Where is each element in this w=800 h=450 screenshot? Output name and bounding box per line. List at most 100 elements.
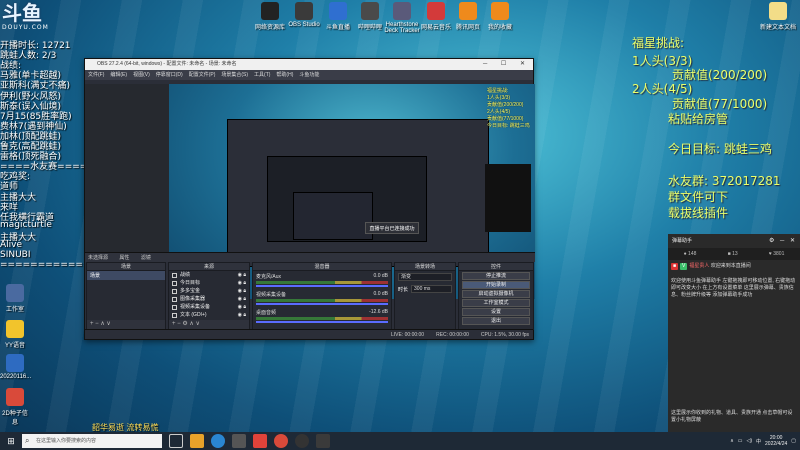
volume-slider[interactable] [256, 285, 388, 287]
scene-item[interactable]: 场景 [87, 271, 165, 280]
visibility-lock-icon[interactable]: ◉ 🔒︎ [238, 271, 246, 279]
desktop-icon[interactable]: 我的收藏 [480, 2, 520, 31]
weibo-icon[interactable] [274, 434, 288, 448]
menu-item[interactable]: 编辑(E) [110, 70, 127, 80]
chat-header[interactable]: 弹幕助手 ⚙ ─ ✕ [668, 234, 800, 248]
volume-slider[interactable] [256, 321, 388, 323]
text-file-icon [769, 2, 787, 20]
obs-taskbar-icon[interactable] [295, 434, 309, 448]
visibility-lock-icon[interactable]: ◉ 🔒︎ [238, 295, 246, 303]
mixer-channel[interactable]: 视频采集设备 0.0 dB [253, 289, 391, 307]
stat-line: magicturtle [0, 219, 52, 230]
control-button[interactable]: 启动虚拟摄像机 [462, 290, 530, 298]
desktop-icon[interactable]: 2D种子信息 [0, 388, 30, 426]
mixer-channel[interactable]: 麦克风/Aux 0.0 dB [253, 271, 391, 289]
app-icon [329, 2, 347, 20]
visibility-lock-icon[interactable]: ◉ 🔒︎ [238, 311, 246, 319]
source-type-icon [172, 288, 177, 294]
app-icon [261, 2, 279, 20]
mixer-dock: 混音器 麦克风/Aux 0.0 dB 视频采集设备 0.0 dB 桌面音频 -12.6 d… [252, 262, 392, 330]
file-explorer-icon[interactable] [190, 434, 204, 448]
filters-button[interactable]: 滤镜 [141, 255, 151, 261]
tray-chevron-icon[interactable]: ∧ [730, 438, 734, 444]
chat-stats: ● 148 ■ 13 ♥ 3801 [668, 248, 800, 260]
mixer-channel[interactable]: 桌面音频 -12.6 dB [253, 307, 391, 325]
menu-item[interactable]: 配置文件(P) [189, 70, 216, 80]
control-button[interactable]: 工作室模式 [462, 299, 530, 307]
menu-item[interactable]: 场景集合(S) [221, 70, 248, 80]
volume-icon[interactable]: ◁) [746, 438, 752, 444]
taskbar-search[interactable]: 在这里输入你要搜索的内容 [22, 434, 162, 448]
app-icon [6, 320, 24, 338]
preview-text-line: 贡献值(77/1000) [487, 116, 524, 122]
menu-item[interactable]: 视图(V) [133, 70, 150, 80]
app-icon [6, 354, 24, 372]
sources-footer-controls[interactable]: + − ⚙ ∧ ∨ [169, 320, 249, 329]
obs-menu-bar[interactable]: 文件(F) 编辑(E) 视图(V) 停靠窗口(D) 配置文件(P) 场景集合(S) 工具(T… [85, 70, 533, 80]
windows-start-button[interactable]: ⊞ [0, 432, 22, 450]
desktop-icon[interactable]: 工作室 [0, 284, 30, 313]
taskbar: ⊞ 在这里输入你要搜索的内容 ∧ ▭ ◁) 中 20:00 2022/4/24 … [0, 432, 800, 450]
taskbar-clock[interactable]: 20:00 2022/4/24 [765, 435, 787, 447]
volume-meter [256, 299, 388, 302]
visibility-lock-icon[interactable]: ◉ 🔒︎ [238, 279, 246, 287]
menu-item[interactable]: 斗鱼功能 [299, 70, 319, 80]
source-item[interactable]: 视频采集设备 ◉ 🔒︎ [169, 303, 249, 311]
controls-dock: 控件 停止推流 开始录制 启动虚拟摄像机 工作室模式 设置 退出 [458, 262, 534, 330]
edge-browser-icon[interactable] [211, 434, 225, 448]
window-controls[interactable]: ─ ☐ ✕ [483, 59, 531, 70]
desktop-icon[interactable]: YY语音 [0, 320, 30, 349]
desktop-icon-text-file[interactable]: 新建文本文档 [758, 2, 798, 31]
source-item[interactable]: 图像采集器 ◉ 🔒︎ [169, 295, 249, 303]
danmu-assistant-panel[interactable]: 弹幕助手 ⚙ ─ ✕ ● 148 ■ 13 ♥ 3801 ■ V 福星贵人 欢迎来到… [668, 234, 800, 434]
notification-icon[interactable]: ▢ [791, 438, 796, 444]
chat-window-controls[interactable]: ⚙ ─ ✕ [769, 234, 797, 248]
source-item[interactable]: 今日目标 ◉ 🔒︎ [169, 279, 249, 287]
preview-text-line: 贡献值(200/200) [487, 102, 524, 108]
menu-item[interactable]: 工具(T) [254, 70, 270, 80]
netease-music-icon[interactable] [253, 434, 267, 448]
source-item[interactable]: 文本 (GDI+) ◉ 🔒︎ [169, 311, 249, 319]
menu-item[interactable]: 帮助(H) [276, 70, 293, 80]
network-icon[interactable]: ▭ [738, 438, 743, 444]
app-taskbar-icon[interactable] [316, 434, 330, 448]
transition-type-select[interactable]: 渐变 [398, 273, 452, 281]
chat-message: ■ V 福星贵人 欢迎来到本直播间 [671, 263, 751, 270]
scenes-footer-controls[interactable]: + − ∧ ∨ [87, 320, 165, 329]
control-button[interactable]: 退出 [462, 317, 530, 325]
visibility-lock-icon[interactable]: ◉ 🔒︎ [238, 287, 246, 295]
visibility-lock-icon[interactable]: ◉ 🔒︎ [238, 303, 246, 311]
transition-duration-field[interactable]: 300 ms [411, 285, 452, 293]
preview-text-line: 今日目标: 跳蛙三鸡 [487, 123, 530, 129]
obs-status-bar: LIVE: 00:00:00 REC: 00:00:00 CPU: 1.5%, … [85, 329, 533, 339]
desktop-icon[interactable]: 20220116... [0, 354, 31, 380]
menu-item[interactable]: 停靠窗口(D) [156, 70, 183, 80]
control-button[interactable]: 停止推流 [462, 272, 530, 280]
source-type-icon [172, 280, 177, 286]
system-tray[interactable]: ∧ ▭ ◁) 中 20:00 2022/4/24 ▢ [730, 432, 796, 450]
chat-message: 欢迎使用斗鱼弹幕助手 左键拖拽即可移动位置, 右键拖动即可改变大小 在上方有设置… [671, 278, 796, 298]
app-icon [427, 2, 445, 20]
gift-count: ■ 13 [727, 251, 738, 257]
stat-line: SINUBI [0, 250, 31, 261]
source-item[interactable]: 多多宝金 ◉ 🔒︎ [169, 287, 249, 295]
obs-title-bar[interactable]: OBS 27.2.4 (64-bit, windows) - 配置文件: 未命名… [85, 59, 533, 70]
source-item[interactable]: 战绩 ◉ 🔒︎ [169, 271, 249, 279]
control-button[interactable]: 开始录制 [462, 281, 530, 289]
task-view-icon[interactable] [169, 434, 183, 448]
preview-text-line: 福星挑战: [487, 88, 509, 94]
menu-item[interactable]: 文件(F) [88, 70, 104, 80]
source-toolbar[interactable]: 未选择源 属性 滤镜 [85, 252, 535, 262]
overlay-line: 今日目标: 跳蛙三鸡 [668, 142, 772, 156]
properties-button[interactable]: 属性 [119, 255, 129, 261]
connected-tooltip: 直播平台已连接成功 [365, 222, 419, 234]
volume-meter [256, 317, 388, 320]
obs-window[interactable]: OBS 27.2.4 (64-bit, windows) - 配置文件: 未命名… [84, 58, 535, 340]
preview-text-line: 2人头(4/5) [487, 109, 511, 115]
app-icon [459, 2, 477, 20]
control-button[interactable]: 设置 [462, 308, 530, 316]
store-icon[interactable] [232, 434, 246, 448]
app-icon [393, 2, 411, 20]
ime-icon[interactable]: 中 [756, 438, 761, 445]
volume-slider[interactable] [256, 303, 388, 305]
